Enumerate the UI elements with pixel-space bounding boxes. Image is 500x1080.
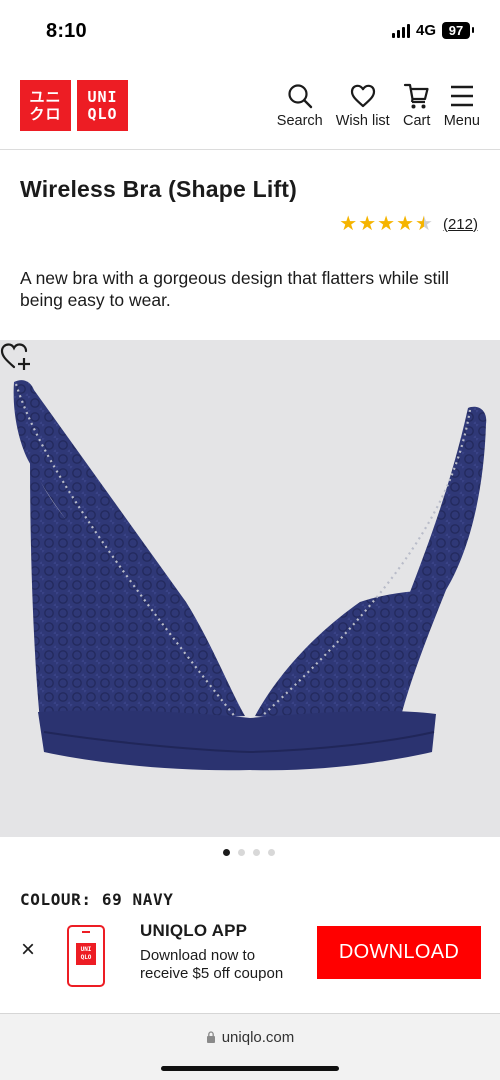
- add-to-wishlist-icon[interactable]: [0, 340, 32, 372]
- phone-app-icon: UNI QLO: [67, 925, 105, 987]
- colour-label: COLOUR: 69 NAVY: [20, 890, 174, 909]
- browser-address-bar[interactable]: uniqlo.com: [0, 1013, 500, 1080]
- review-count-link[interactable]: (212): [443, 216, 478, 233]
- product-image[interactable]: [0, 340, 500, 837]
- product-rating[interactable]: ★ ★ ★ ★ ★ (212): [339, 214, 478, 234]
- status-time: 8:10: [46, 20, 87, 42]
- app-download-banner: × UNI QLO UNIQLO APP Download now to rec…: [0, 912, 500, 1012]
- home-indicator[interactable]: [161, 1066, 339, 1071]
- logo-line: クロ: [29, 104, 62, 123]
- carousel-dot[interactable]: [253, 849, 260, 856]
- nav-wishlist-label: Wish list: [335, 113, 390, 129]
- nav-cart[interactable]: Cart: [403, 82, 431, 129]
- heart-icon: [350, 84, 375, 108]
- app-banner-description: Download now to receive $5 off coupon: [140, 947, 284, 982]
- status-bar: 8:10 4G 97: [0, 0, 500, 60]
- url-display[interactable]: uniqlo.com: [0, 1029, 500, 1046]
- carousel-dot[interactable]: [238, 849, 245, 856]
- mini-logo-line: UNI: [80, 946, 92, 953]
- nav-menu-label: Menu: [443, 113, 480, 129]
- status-indicators: 4G 97: [391, 22, 474, 39]
- nav-search[interactable]: Search: [277, 82, 323, 129]
- app-banner-title: UNIQLO APP: [140, 921, 248, 940]
- cart-icon: [403, 83, 429, 109]
- star-icon: ★: [377, 213, 396, 235]
- header-nav: Search Wish list Cart Menu: [277, 82, 480, 129]
- star-icon: ★: [396, 213, 415, 235]
- mini-logo: UNI QLO: [76, 943, 96, 965]
- menu-icon: [450, 85, 473, 107]
- phone-speaker: [82, 931, 90, 933]
- logo-line: ユニ: [29, 87, 62, 106]
- nav-search-label: Search: [276, 113, 323, 129]
- battery-icon: 97: [442, 22, 474, 39]
- site-header: ユニ クロ UNI QLO Search Wish list Cart Menu: [0, 60, 500, 150]
- lock-icon: [206, 1031, 215, 1043]
- mini-logo-line: QLO: [80, 954, 92, 961]
- uniqlo-logo[interactable]: ユニ クロ UNI QLO: [20, 80, 128, 131]
- nav-menu[interactable]: Menu: [444, 82, 480, 129]
- network-label: 4G: [415, 22, 436, 39]
- signal-icon: [391, 23, 410, 38]
- logo-line: QLO: [87, 104, 118, 123]
- bra-illustration: [13, 380, 487, 771]
- close-banner-button[interactable]: ×: [16, 938, 40, 962]
- star-icon: ★: [339, 213, 358, 235]
- logo-line: UNI: [87, 87, 118, 106]
- url-text: uniqlo.com: [221, 1029, 295, 1046]
- logo-latin: UNI QLO: [77, 80, 128, 131]
- image-carousel-dots[interactable]: [223, 849, 275, 856]
- logo-katakana: ユニ クロ: [20, 80, 71, 131]
- product-title: Wireless Bra (Shape Lift): [20, 176, 298, 202]
- star-icon: ★: [358, 213, 377, 235]
- search-icon: [288, 84, 312, 109]
- download-button[interactable]: DOWNLOAD: [317, 926, 481, 979]
- carousel-dot[interactable]: [223, 849, 230, 856]
- rating-stars: ★ ★ ★ ★ ★: [339, 214, 433, 234]
- half-star-icon: ★: [415, 213, 433, 235]
- product-description: A new bra with a gorgeous design that fl…: [20, 268, 449, 310]
- nav-cart-label: Cart: [403, 113, 431, 129]
- nav-wishlist[interactable]: Wish list: [336, 82, 390, 129]
- carousel-dot[interactable]: [268, 849, 275, 856]
